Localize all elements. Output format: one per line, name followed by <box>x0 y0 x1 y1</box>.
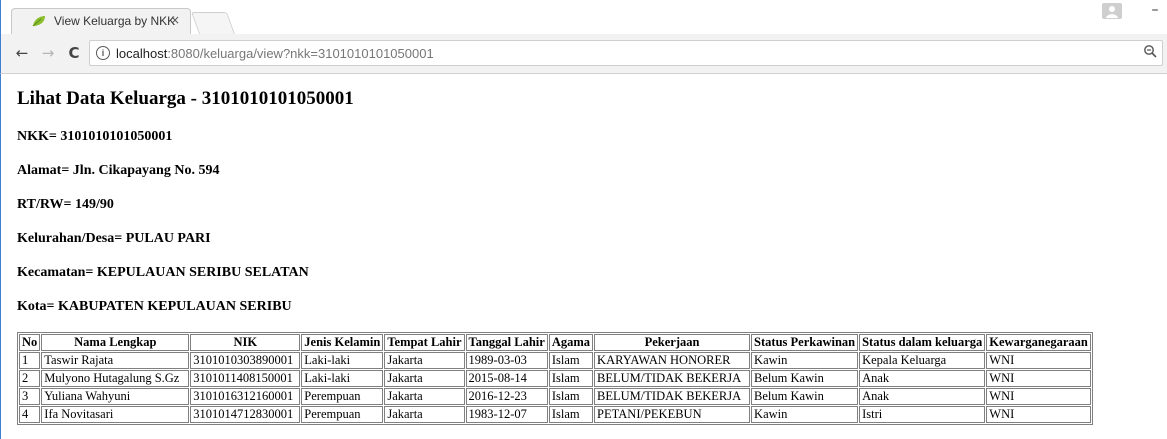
tab-strip: View Keluarga by NKK × – <box>0 0 1167 34</box>
column-header-pekerjaan: Pekerjaan <box>594 334 751 351</box>
page-content: Lihat Data Keluarga - 3101010101050001 N… <box>0 74 1167 439</box>
cell-tempat-lahir: Jakarta <box>384 406 465 423</box>
cell-jenis-kelamin: Perempuan <box>301 406 384 423</box>
family-members-table: No Nama Lengkap NIK Jenis Kelamin Tempat… <box>17 332 1093 425</box>
table-row: 1 Taswir Rajata 3101010303890001 Laki-la… <box>19 352 1091 369</box>
field-kecamatan: Kecamatan= KEPULAUAN SERIBU SELATAN <box>17 265 309 280</box>
cell-jenis-kelamin: Laki-laki <box>301 370 384 387</box>
table-row: 3 Yuliana Wahyuni 3101016312160001 Perem… <box>19 388 1091 405</box>
cell-pekerjaan: PETANI/PEKEBUN <box>594 406 751 423</box>
table-header-row: No Nama Lengkap NIK Jenis Kelamin Tempat… <box>19 334 1091 351</box>
cell-nik: 3101014712830001 <box>190 406 301 423</box>
leaf-icon <box>32 16 45 27</box>
column-header-nama: Nama Lengkap <box>41 334 190 351</box>
column-header-status-perkawinan: Status Perkawinan <box>751 334 859 351</box>
cell-no: 1 <box>19 352 41 369</box>
field-kelurahan: Kelurahan/Desa= PULAU PARI <box>17 231 211 246</box>
column-header-nik: NIK <box>190 334 301 351</box>
cell-status-perkawinan: Belum Kawin <box>751 388 859 405</box>
field-kota: Kota= KABUPATEN KEPULAUAN SERIBU <box>17 299 292 314</box>
cell-tanggal-lahir: 1983-12-07 <box>465 406 548 423</box>
cell-status-keluarga: Kepala Keluarga <box>859 352 986 369</box>
cell-jenis-kelamin: Perempuan <box>301 388 384 405</box>
browser-tab[interactable]: View Keluarga by NKK × <box>11 8 191 34</box>
cell-pekerjaan: BELUM/TIDAK BEKERJA <box>594 388 751 405</box>
minimize-icon[interactable]: – <box>1146 0 1164 20</box>
cell-agama: Islam <box>548 388 594 405</box>
url-text[interactable]: localhost:8080/keluarga/view?nkk=3101010… <box>116 46 434 61</box>
info-icon[interactable]: i <box>96 46 110 60</box>
column-header-agama: Agama <box>548 334 594 351</box>
cell-no: 3 <box>19 388 41 405</box>
cell-nama: Yuliana Wahyuni <box>41 388 190 405</box>
zoom-icon[interactable] <box>1142 44 1158 62</box>
cell-nik: 3101010303890001 <box>190 352 301 369</box>
column-header-kewarganegaraan: Kewarganegaraan <box>986 334 1091 351</box>
profile-icon[interactable] <box>1102 3 1122 19</box>
cell-kewarganegaraan: WNI <box>986 406 1091 423</box>
url-path: :8080/keluarga/view?nkk=3101010101050001 <box>167 46 434 61</box>
cell-tanggal-lahir: 1989-03-03 <box>465 352 548 369</box>
cell-no: 4 <box>19 406 41 423</box>
cell-kewarganegaraan: WNI <box>986 388 1091 405</box>
cell-jenis-kelamin: Laki-laki <box>301 352 384 369</box>
cell-kewarganegaraan: WNI <box>986 352 1091 369</box>
cell-nik: 3101011408150001 <box>190 370 301 387</box>
cell-status-perkawinan: Kawin <box>751 352 859 369</box>
cell-nama: Mulyono Hutagalung S.Gz <box>41 370 190 387</box>
arrow-left-icon[interactable]: ← <box>13 44 31 62</box>
tab-title: View Keluarga by NKK <box>54 14 176 28</box>
field-alamat: Alamat= Jln. Cikapayang No. 594 <box>17 163 220 178</box>
arrow-right-icon[interactable]: → <box>39 44 57 62</box>
cell-agama: Islam <box>548 370 594 387</box>
field-rtrw: RT/RW= 149/90 <box>17 197 114 212</box>
cell-kewarganegaraan: WNI <box>986 370 1091 387</box>
url-host: localhost <box>116 46 168 61</box>
page-title: Lihat Data Keluarga - 3101010101050001 <box>17 88 354 109</box>
cell-tempat-lahir: Jakarta <box>384 388 465 405</box>
table-row: 4 Ifa Novitasari 3101014712830001 Peremp… <box>19 406 1091 423</box>
cell-agama: Islam <box>548 352 594 369</box>
cell-status-keluarga: Istri <box>859 406 986 423</box>
column-header-status-keluarga: Status dalam keluarga <box>859 334 986 351</box>
cell-status-perkawinan: Kawin <box>751 406 859 423</box>
column-header-tanggal-lahir: Tanggal Lahir <box>465 334 548 351</box>
cell-status-keluarga: Anak <box>859 388 986 405</box>
cell-tanggal-lahir: 2016-12-23 <box>465 388 548 405</box>
cell-tempat-lahir: Jakarta <box>384 352 465 369</box>
new-tab-button[interactable] <box>190 12 236 34</box>
cell-status-keluarga: Anak <box>859 370 986 387</box>
close-icon[interactable]: × <box>167 12 183 28</box>
column-header-jenis-kelamin: Jenis Kelamin <box>301 334 384 351</box>
cell-agama: Islam <box>548 406 594 423</box>
cell-nama: Ifa Novitasari <box>41 406 190 423</box>
table-row: 2 Mulyono Hutagalung S.Gz 31010114081500… <box>19 370 1091 387</box>
cell-tanggal-lahir: 2015-08-14 <box>465 370 548 387</box>
cell-no: 2 <box>19 370 41 387</box>
reload-icon[interactable]: C <box>65 44 83 62</box>
cell-tempat-lahir: Jakarta <box>384 370 465 387</box>
column-header-no: No <box>19 334 41 351</box>
browser-toolbar: ← → C i localhost:8080/keluarga/view?nkk… <box>0 34 1167 74</box>
field-nkk: NKK= 3101010101050001 <box>17 129 173 144</box>
cell-pekerjaan: KARYAWAN HONORER <box>594 352 751 369</box>
cell-pekerjaan: BELUM/TIDAK BEKERJA <box>594 370 751 387</box>
cell-nama: Taswir Rajata <box>41 352 190 369</box>
cell-nik: 3101016312160001 <box>190 388 301 405</box>
address-bar[interactable]: i localhost:8080/keluarga/view?nkk=31010… <box>89 40 1163 66</box>
cell-status-perkawinan: Belum Kawin <box>751 370 859 387</box>
column-header-tempat-lahir: Tempat Lahir <box>384 334 465 351</box>
